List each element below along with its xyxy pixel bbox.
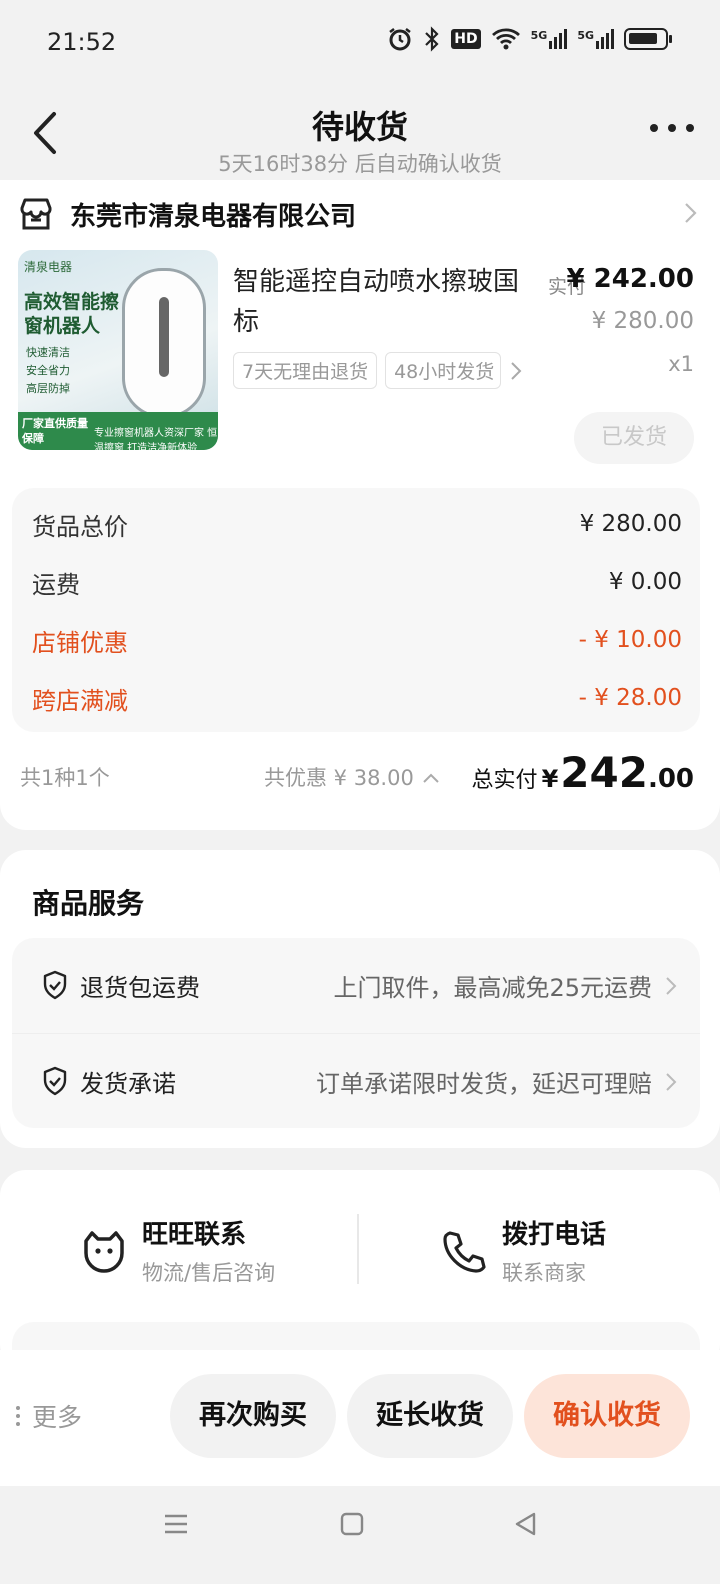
confirm-receipt-button[interactable]: 确认收货 xyxy=(524,1374,690,1458)
bottom-action-bar: 更多 再次购买 延长收货 确认收货 xyxy=(0,1350,720,1486)
buy-again-button[interactable]: 再次购买 xyxy=(170,1374,336,1458)
product-title[interactable]: 智能遥控自动喷水擦玻国标 xyxy=(233,262,523,342)
chevron-right-icon xyxy=(666,1073,677,1091)
hd-icon: HD xyxy=(451,29,481,49)
price-breakdown: 货品总价 ¥ 280.00 运费 ¥ 0.00 店铺优惠 - ¥ 10.00 跨… xyxy=(12,488,700,732)
wangwang-chat-icon xyxy=(84,1230,124,1273)
signal-5g-icon-2: 5G xyxy=(577,29,614,49)
total-paid: 总实付 ¥ 242 .00 xyxy=(471,748,694,797)
divider xyxy=(357,1214,359,1284)
service-section-title: 商品服务 xyxy=(32,887,145,920)
shop-row[interactable]: 东莞市清泉电器有限公司 xyxy=(18,194,702,234)
paid-price: ¥ 242.00 xyxy=(566,264,694,294)
shop-name: 东莞市清泉电器有限公司 xyxy=(70,201,357,232)
signal-5g-icon: 5G xyxy=(531,29,568,49)
contact-card: 旺旺联系 物流/售后咨询 拨打电话 联系商家 xyxy=(0,1170,720,1370)
menu-icon[interactable] xyxy=(162,1510,190,1538)
call-merchant-button[interactable]: 拨打电话 联系商家 xyxy=(440,1214,606,1287)
more-actions-button[interactable]: 更多 xyxy=(16,1398,82,1434)
shield-check-icon xyxy=(43,1066,67,1096)
bluetooth-icon xyxy=(425,26,439,52)
extend-receipt-button[interactable]: 延长收货 xyxy=(347,1374,513,1458)
product-thumbnail[interactable]: 清泉电器 高效智能擦窗机器人 快速清洁 安全省力 高层防掉 厂家直供质量保障 专… xyxy=(18,250,218,450)
nav-bar: 待收货 5天16时38分 后自动确认收货 xyxy=(0,86,720,178)
item-count: 共1种1个 xyxy=(20,766,110,790)
service-card: 商品服务 退货包运费 上门取件，最高减免25元运费 发货承诺 订单承诺限时发货，… xyxy=(0,850,720,1148)
wangwang-contact-button[interactable]: 旺旺联系 物流/售后咨询 xyxy=(80,1214,275,1287)
shield-check-icon xyxy=(43,970,67,1000)
system-navigation-bar xyxy=(0,1486,720,1584)
quantity: x1 xyxy=(668,352,694,376)
tag-shipping-promise: 48小时发货 xyxy=(385,352,502,389)
total-discount[interactable]: 共优惠 ¥ 38.00 xyxy=(264,762,441,792)
phone-icon xyxy=(443,1230,486,1273)
chevron-right-icon xyxy=(666,977,677,995)
back-triangle-icon[interactable] xyxy=(512,1510,540,1538)
home-square-icon[interactable] xyxy=(338,1510,366,1538)
chevron-right-icon xyxy=(685,203,697,223)
price-row-cross-store-discount: 跨店满减 - ¥ 28.00 xyxy=(32,685,682,715)
price-row-shipping: 运费 ¥ 0.00 xyxy=(32,569,682,599)
auto-confirm-countdown: 5天16时38分 后自动确认收货 xyxy=(218,152,502,176)
battery-icon xyxy=(624,28,672,50)
chevron-up-icon xyxy=(422,773,439,783)
status-icons: HD 5G 5G xyxy=(387,26,672,52)
service-item-shipping-promise[interactable]: 发货承诺 订单承诺限时发货，延迟可理赔 xyxy=(12,1033,700,1128)
more-vertical-icon xyxy=(16,1406,20,1426)
price-row-shop-discount: 店铺优惠 - ¥ 10.00 xyxy=(32,627,682,657)
status-bar: 21:52 HD 5G 5G xyxy=(0,0,720,86)
chevron-right-icon xyxy=(511,361,522,380)
price-row-goods-total: 货品总价 ¥ 280.00 xyxy=(32,511,682,541)
wifi-icon xyxy=(491,28,520,50)
product-image-robot xyxy=(122,268,206,418)
more-options-icon[interactable] xyxy=(650,124,694,132)
service-list: 退货包运费 上门取件，最高减免25元运费 发货承诺 订单承诺限时发货，延迟可理赔 xyxy=(12,938,700,1128)
order-card: 东莞市清泉电器有限公司 清泉电器 高效智能擦窗机器人 快速清洁 安全省力 高层防… xyxy=(0,180,720,830)
service-item-return-shipping[interactable]: 退货包运费 上门取件，最高减免25元运费 xyxy=(12,938,700,1033)
original-price: ¥ 280.00 xyxy=(591,308,694,334)
alarm-icon xyxy=(389,28,412,51)
page-title: 待收货 xyxy=(311,108,408,146)
shipped-status-button: 已发货 xyxy=(574,412,694,464)
service-tags[interactable]: 7天无理由退货 48小时发货 xyxy=(233,352,523,389)
order-summary: 共1种1个 共优惠 ¥ 38.00 总实付 ¥ 242 .00 xyxy=(20,748,694,804)
tag-return-policy: 7天无理由退货 xyxy=(233,352,378,389)
status-time: 21:52 xyxy=(47,28,117,56)
store-icon xyxy=(20,198,52,230)
